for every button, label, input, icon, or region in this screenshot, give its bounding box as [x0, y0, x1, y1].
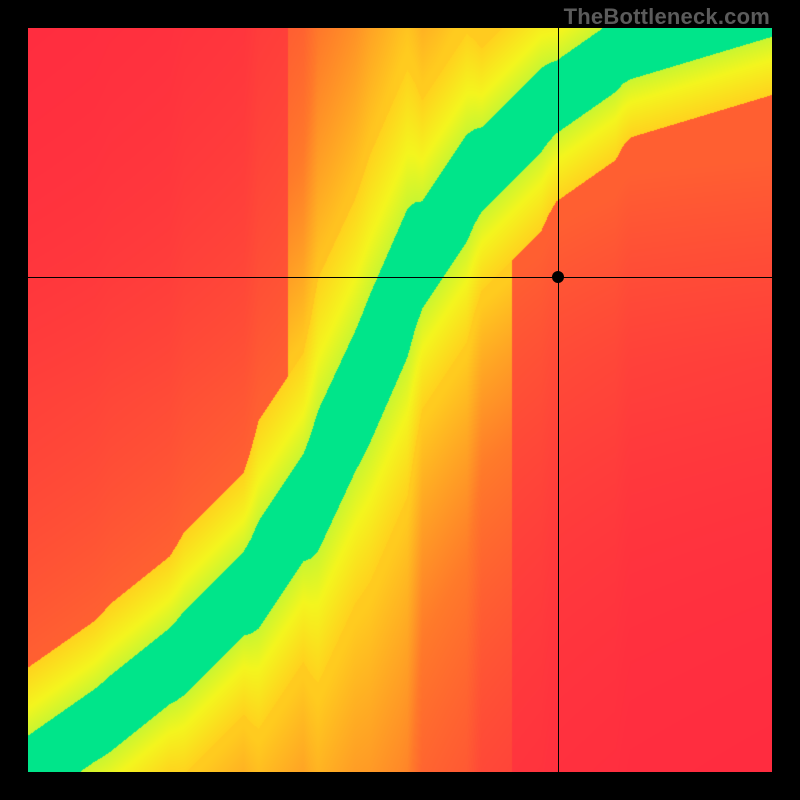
selection-marker — [552, 271, 564, 283]
heatmap-plot — [28, 28, 772, 772]
crosshair-vertical — [558, 28, 560, 772]
crosshair-horizontal — [28, 277, 772, 279]
chart-frame: TheBottleneck.com — [0, 0, 800, 800]
watermark-label: TheBottleneck.com — [564, 4, 770, 30]
heatmap-canvas — [28, 28, 772, 772]
